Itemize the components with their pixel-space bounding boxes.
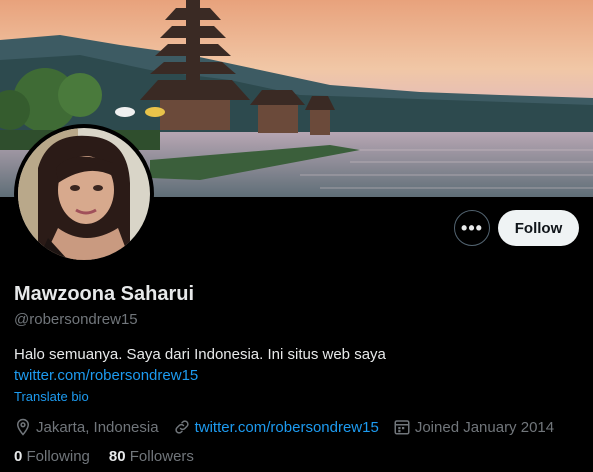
location-text: Jakarta, Indonesia: [36, 418, 159, 436]
profile-stats: 0 Following 80 Followers: [14, 448, 213, 465]
followers-count: 80: [108, 448, 126, 465]
bio-link[interactable]: twitter.com/robersondrew15: [14, 367, 198, 384]
following-stat[interactable]: 0 Following: [14, 448, 90, 465]
translate-bio-link[interactable]: Translate bio: [14, 389, 89, 404]
website-item[interactable]: twitter.com/robersondrew15: [173, 418, 379, 436]
calendar-icon: [394, 420, 410, 435]
location-pin-icon: [16, 418, 30, 436]
follow-button[interactable]: Follow: [498, 210, 579, 246]
profile-avatar[interactable]: [14, 124, 154, 264]
followers-label: Followers: [129, 448, 194, 465]
profile-bio: Halo semuanya. Saya dari Indonesia. Ini …: [14, 346, 386, 363]
joined-item: Joined January 2014: [393, 418, 554, 436]
link-icon: [174, 420, 189, 434]
location-item: Jakarta, Indonesia: [14, 418, 159, 436]
following-label: Following: [26, 448, 90, 465]
profile-name: Mawzoona Saharui: [14, 283, 195, 305]
more-icon: •••: [461, 217, 483, 238]
following-count: 0: [14, 448, 23, 465]
joined-text: Joined January 2014: [414, 418, 555, 436]
website-link[interactable]: twitter.com/robersondrew15: [195, 419, 379, 436]
profile-handle: @robersondrew15: [14, 311, 138, 328]
profile-meta: Jakarta, Indonesia twitter.com/robersond…: [14, 418, 568, 436]
more-options-button[interactable]: •••: [454, 210, 490, 246]
followers-stat[interactable]: 80 Followers: [109, 448, 194, 465]
